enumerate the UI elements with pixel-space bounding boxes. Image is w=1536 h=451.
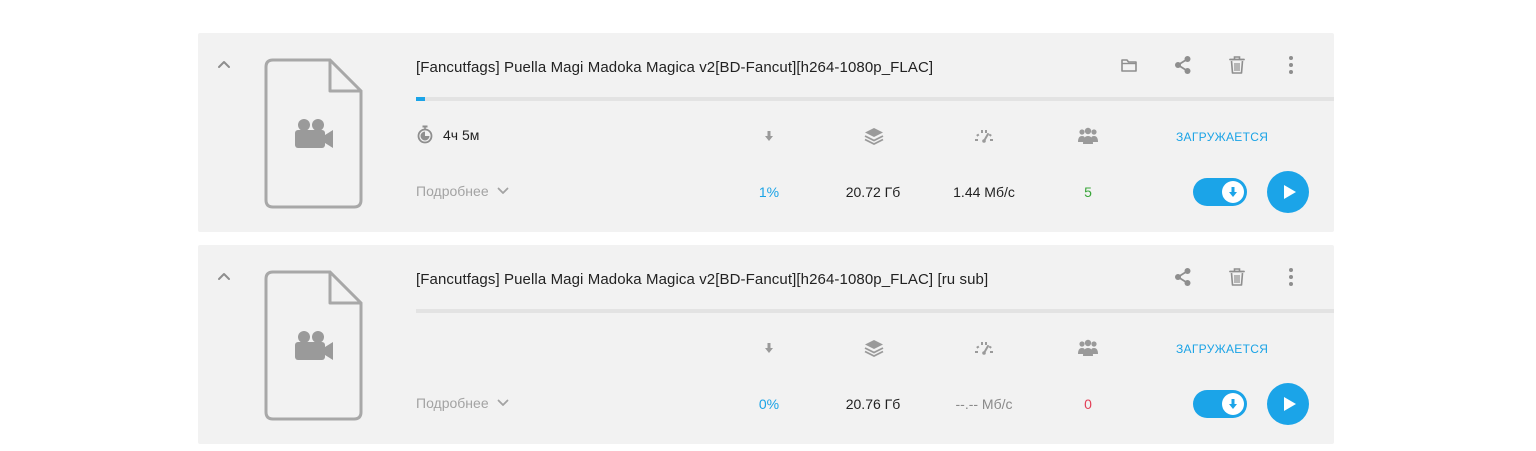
trash-icon (1229, 56, 1245, 74)
speedometer-icon (972, 126, 996, 146)
torrent-card: [Fancutfags] Puella Magi Madoka Magica v… (198, 33, 1334, 232)
open-folder-button[interactable] (1102, 52, 1156, 78)
users-icon (1076, 126, 1100, 146)
details-toggle[interactable]: Подробнее (416, 395, 509, 411)
more-vertical-icon (1289, 56, 1293, 74)
share-button[interactable] (1156, 264, 1210, 290)
layers-icon (862, 338, 886, 358)
share-button[interactable] (1156, 52, 1210, 78)
video-file-icon (264, 270, 364, 421)
peers-count: 5 (1084, 184, 1092, 200)
progress-bar (416, 97, 1334, 101)
torrent-actions (1156, 264, 1318, 290)
arrow-down-icon (757, 338, 781, 358)
users-icon (1076, 338, 1100, 358)
chevron-down-icon (497, 187, 509, 194)
layers-icon (862, 126, 886, 146)
delete-button[interactable] (1210, 264, 1264, 290)
share-icon (1175, 268, 1191, 286)
torrent-title: [Fancutfags] Puella Magi Madoka Magica v… (416, 271, 989, 288)
download-speed: 1.44 Мб/с (953, 184, 1015, 200)
torrent-title: [Fancutfags] Puella Magi Madoka Magica v… (416, 59, 934, 76)
download-speed: --.-- Мб/с (955, 396, 1013, 412)
play-icon (1283, 185, 1296, 199)
stopwatch-icon (417, 125, 433, 144)
toggle-download-icon (1222, 393, 1244, 415)
details-label: Подробнее (416, 395, 489, 411)
speedometer-icon (972, 338, 996, 358)
toggle-download-icon (1222, 181, 1244, 203)
collapse-chevron-up-icon[interactable] (214, 55, 234, 75)
download-percent: 0% (758, 396, 780, 412)
more-vertical-icon (1289, 268, 1293, 286)
total-size: 20.76 Гб (845, 396, 901, 412)
video-file-icon (264, 58, 364, 209)
progress-fill (416, 97, 426, 101)
download-percent: 1% (758, 184, 780, 200)
arrow-down-icon (757, 126, 781, 146)
download-toggle[interactable] (1193, 178, 1247, 206)
torrent-actions (1102, 52, 1318, 78)
download-toggle[interactable] (1193, 390, 1247, 418)
delete-button[interactable] (1210, 52, 1264, 78)
torrent-card: [Fancutfags] Puella Magi Madoka Magica v… (198, 245, 1334, 444)
chevron-down-icon (497, 399, 509, 406)
details-label: Подробнее (416, 183, 489, 199)
progress-bar (416, 309, 1334, 313)
more-options-button[interactable] (1264, 264, 1318, 290)
details-toggle[interactable]: Подробнее (416, 183, 509, 199)
eta: 4ч 5м (416, 125, 479, 144)
play-button[interactable] (1267, 383, 1309, 425)
trash-icon (1229, 268, 1245, 286)
play-icon (1283, 397, 1296, 411)
play-button[interactable] (1267, 171, 1309, 213)
more-options-button[interactable] (1264, 52, 1318, 78)
status-badge: ЗАГРУЖАЕТСЯ (1176, 130, 1269, 144)
share-icon (1175, 56, 1191, 74)
peers-count: 0 (1084, 396, 1092, 412)
status-badge: ЗАГРУЖАЕТСЯ (1176, 342, 1269, 356)
folder-icon (1121, 59, 1137, 72)
collapse-chevron-up-icon[interactable] (214, 267, 234, 287)
total-size: 20.72 Гб (845, 184, 901, 200)
eta-text: 4ч 5м (443, 126, 480, 143)
